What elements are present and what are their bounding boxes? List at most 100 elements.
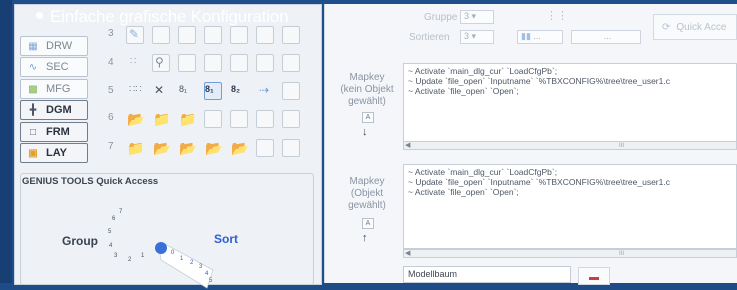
tool-slot[interactable]: 8₂ (230, 82, 248, 100)
tool-slot[interactable] (282, 110, 300, 128)
sortieren-spinner[interactable]: 3 ▾ (460, 30, 494, 44)
tool-slot[interactable] (230, 54, 248, 72)
modellbaum-field[interactable]: Modellbaum (403, 266, 571, 283)
tool-slot[interactable] (282, 26, 300, 44)
icon-picker-label: ... (533, 31, 541, 41)
group-number: 3 (114, 253, 118, 259)
group-number: 1 (141, 253, 145, 259)
row-number: 5 (108, 85, 114, 96)
gruppe-spinner[interactable]: 3 ▾ (460, 10, 494, 24)
tool-slot[interactable]: 📂 (152, 139, 170, 157)
mode-label: MFG (46, 83, 71, 95)
tool-slot[interactable] (204, 110, 222, 128)
tool-slot[interactable] (282, 139, 300, 157)
sort-label: Sort (214, 232, 238, 246)
browse-button[interactable]: ... (571, 30, 641, 44)
icon-picker-button[interactable]: ▮▮ ... (517, 30, 563, 44)
scroll-left-icon: ◀ (405, 250, 411, 257)
group-number: 5 (108, 229, 112, 235)
sort-fan (158, 243, 214, 289)
chart-icon: ▮▮ (521, 31, 531, 41)
folder-icon: 📁 (153, 111, 171, 127)
mapkey-line: ~ Activate `file_open` `Open`; (408, 187, 519, 197)
tool-slot[interactable]: 8₁ (204, 82, 222, 100)
tool-slot[interactable] (256, 139, 274, 157)
group-sort-wheel[interactable]: 7 6 5 4 3 2 1 0 1 2 3 4 5 (95, 200, 215, 290)
tool-slot[interactable] (152, 26, 170, 44)
tool-slot[interactable] (256, 54, 274, 72)
folder-yellow-icon: 📂 (153, 140, 171, 156)
format-icon: □ (29, 126, 37, 138)
section-icon: ∿ (28, 61, 38, 73)
tool-slot[interactable] (230, 110, 248, 128)
mode-button-drw[interactable]: ▦ DRW (20, 36, 88, 56)
mode-button-dgm[interactable]: ╋ DGM (20, 100, 88, 120)
horizontal-scrollbar[interactable]: ◀ III (403, 141, 737, 150)
tool-slot[interactable]: ⚲ (152, 54, 170, 72)
mapkey-textarea-object[interactable]: ~ Activate `main_dlg_cur` `LoadCfgPb`; ~… (403, 164, 737, 249)
tool-slot[interactable]: 📂 (126, 110, 144, 128)
tool-slot[interactable] (178, 54, 196, 72)
tool-slot[interactable] (230, 26, 248, 44)
tool-slot[interactable]: 📂 (178, 139, 196, 157)
tool-slot[interactable]: 📁 (152, 110, 170, 128)
row-number: 6 (108, 112, 114, 123)
mapkey-label-no-object: Mapkey (kein Objekt gewählt) (340, 72, 394, 107)
folder-yellow-icon: 📂 (205, 140, 223, 156)
tool-slot[interactable] (282, 54, 300, 72)
tool-slot[interactable]: ⇢ (256, 82, 274, 100)
mapkey-line: ~ Activate `file_open` `Open`; (408, 86, 519, 96)
tool-slot[interactable]: 📁 (178, 110, 196, 128)
table-icon: ∷∷ (129, 84, 142, 95)
mode-label: LAY (46, 147, 67, 159)
mode-button-frm[interactable]: □ FRM (20, 122, 88, 142)
arrow-icon: ⇢ (259, 83, 270, 97)
mode-button-sec[interactable]: ∿ SEC (20, 57, 88, 77)
tool-slot[interactable] (178, 26, 196, 44)
mode-button-mfg[interactable]: ▩ MFG (20, 79, 88, 99)
quick-access-button[interactable]: ⟳ Quick Acce (653, 14, 737, 40)
tool-slot[interactable] (204, 54, 222, 72)
bullet-text: Einfache grafische Konfiguration (50, 7, 289, 26)
tool-slot[interactable] (204, 26, 222, 44)
mode-button-lay[interactable]: ▣ LAY (20, 143, 88, 163)
tool-slot[interactable] (256, 110, 274, 128)
tool-slot[interactable]: 📂 (204, 139, 222, 157)
tool-slot[interactable]: ✕ (152, 82, 170, 100)
folder-green-icon: 📁 (179, 111, 197, 127)
left-accent-stripe (0, 0, 12, 283)
search-icon: ⚲ (155, 55, 164, 69)
tool-slot[interactable]: ✎ (126, 26, 144, 44)
edit-button[interactable]: A (362, 218, 374, 229)
tool-slot[interactable]: ∷∷ (126, 82, 144, 100)
mode-label: FRM (46, 126, 70, 138)
row-number: 7 (108, 141, 114, 152)
arrow-down-icon: ↓ (362, 126, 368, 138)
browse-label: ... (603, 31, 612, 41)
group-number: 4 (109, 243, 113, 249)
horizontal-scrollbar[interactable]: ◀ III (403, 249, 737, 258)
mode-label: DRW (46, 40, 73, 52)
slide-bullet: Einfache grafische Konfiguration (36, 7, 289, 27)
arrow-up-icon: ↑ (362, 232, 368, 244)
group-number: 2 (128, 257, 132, 263)
tool-slot[interactable]: 📂 (230, 139, 248, 157)
folder-open-icon: 📂 (127, 111, 145, 127)
layout-icon: ▣ (28, 147, 38, 159)
quick-access-title: GENIUS TOOLS Quick Access (22, 176, 159, 187)
mode-label: SEC (46, 61, 69, 73)
flag-icon (589, 277, 599, 280)
mapkey-label-object: Mapkey (Objekt gewählt) (348, 176, 386, 211)
tool-slot[interactable]: 8₁ (178, 82, 196, 100)
tool-slot[interactable] (256, 26, 274, 44)
manufacturing-icon: ▩ (28, 83, 38, 95)
tool-slot[interactable]: ∷ (126, 54, 144, 72)
folder-yellow-icon: 📂 (231, 140, 249, 156)
tool-slot[interactable]: 📁 (126, 139, 144, 157)
gruppe-value: 3 (464, 11, 470, 21)
mapkey-textarea-no-object[interactable]: ~ Activate `main_dlg_cur` `LoadCfgPb`; ~… (403, 63, 737, 142)
paint-icon: ✎ (129, 27, 140, 41)
flag-button[interactable] (578, 267, 610, 285)
edit-button[interactable]: A (362, 112, 374, 123)
tool-slot[interactable] (282, 82, 300, 100)
